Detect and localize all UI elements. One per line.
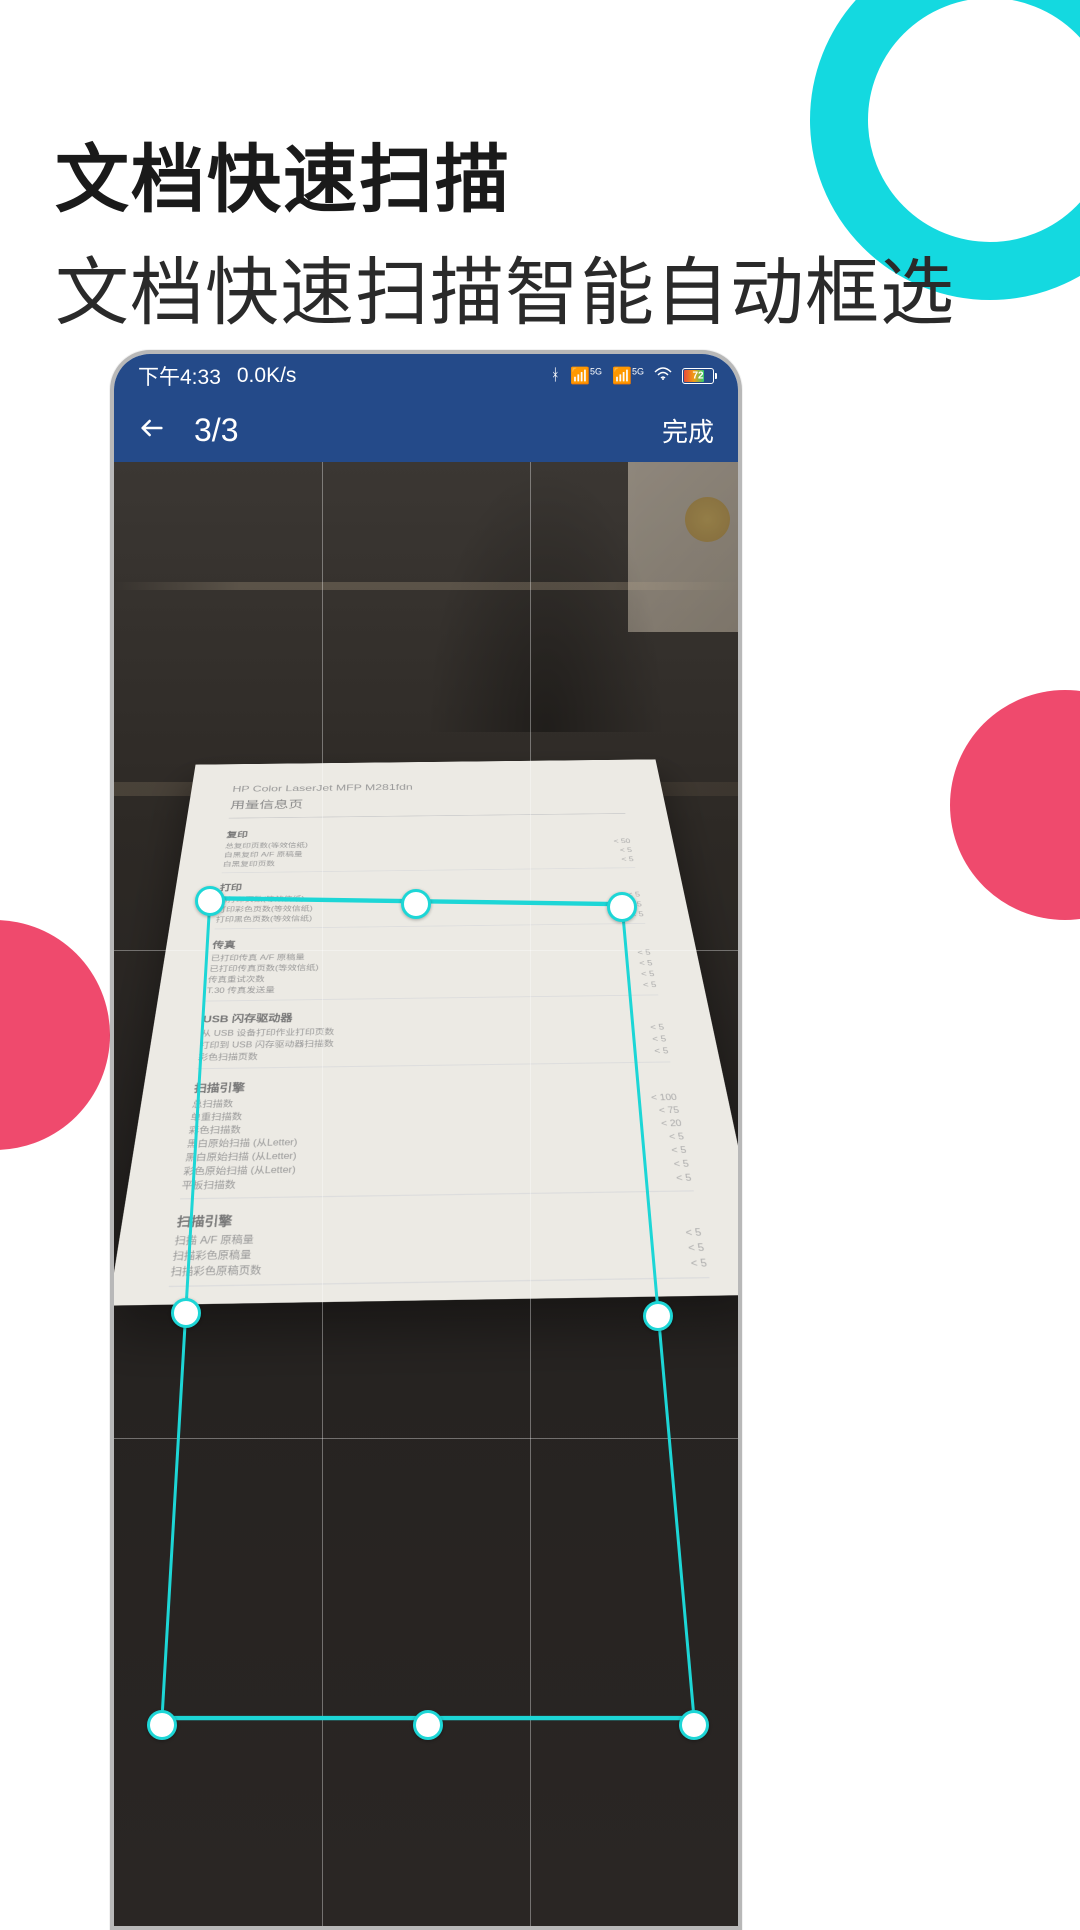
page-indicator: 3/3 xyxy=(194,412,238,449)
signal-icon-1: 📶5G xyxy=(570,366,602,386)
phone-frame: 下午4:33 0.0K/s ᚼ 📶5G 📶5G 72 3/3 完成 xyxy=(110,350,742,1930)
crop-handle-2[interactable] xyxy=(607,892,637,922)
crop-handle-0[interactable] xyxy=(195,886,225,916)
done-button[interactable]: 完成 xyxy=(662,412,714,449)
promo-title: 文档快速扫描 xyxy=(55,120,955,227)
status-time: 下午4:33 xyxy=(138,361,221,391)
signal-icon-2: 📶5G xyxy=(612,366,644,386)
battery-icon: 72 xyxy=(682,368,714,384)
back-button[interactable] xyxy=(138,414,166,447)
crop-handle-3[interactable] xyxy=(643,1301,673,1331)
crop-handle-5[interactable] xyxy=(413,1710,443,1740)
promo-subtitle: 文档快速扫描智能自动框选 xyxy=(55,233,955,340)
bluetooth-icon: ᚼ xyxy=(551,367,561,385)
crop-handle-7[interactable] xyxy=(171,1298,201,1328)
status-net-speed: 0.0K/s xyxy=(237,364,297,388)
camera-viewport[interactable]: HP Color LaserJet MFP M281fdn用量信息页复印总复印页… xyxy=(114,462,738,1926)
promo-pink-circle-right xyxy=(950,690,1080,920)
crop-handle-1[interactable] xyxy=(401,889,431,919)
crop-handle-4[interactable] xyxy=(679,1710,709,1740)
scanned-document: HP Color LaserJet MFP M281fdn用量信息页复印总复印页… xyxy=(196,762,656,1332)
promo-header: 文档快速扫描 文档快速扫描智能自动框选 xyxy=(55,120,955,340)
crop-handle-6[interactable] xyxy=(147,1710,177,1740)
app-toolbar: 3/3 完成 xyxy=(114,398,738,462)
wifi-icon xyxy=(654,367,672,386)
status-bar: 下午4:33 0.0K/s ᚼ 📶5G 📶5G 72 xyxy=(114,354,738,398)
promo-pink-circle-left xyxy=(0,920,110,1150)
